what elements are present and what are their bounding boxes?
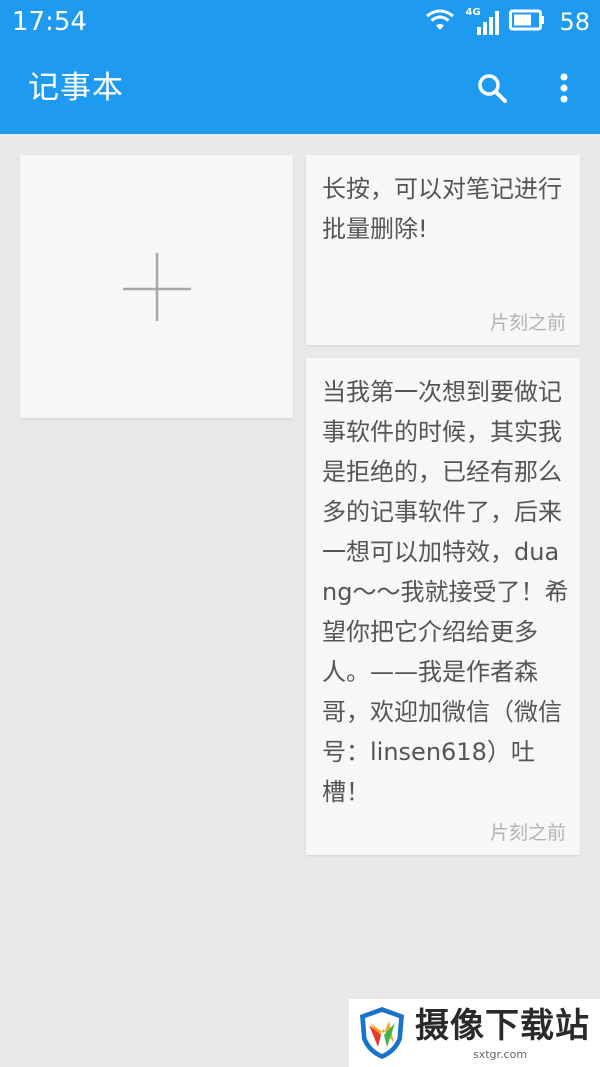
search-button[interactable] (468, 66, 516, 110)
add-note-card[interactable] (20, 155, 293, 418)
status-time: 17:54 (12, 7, 87, 37)
watermark-logo (360, 1007, 404, 1059)
battery-icon (509, 9, 545, 35)
watermark-text: 摄像下载站 sxtgr.com (415, 999, 600, 1067)
notepad-screen: 17:54 4G 58 记事本 长按，可以对笔记进行批量删除! 片刻之前 当我第… (0, 0, 600, 1067)
note-card[interactable]: 长按，可以对笔记进行批量删除! 片刻之前 (306, 155, 580, 345)
watermark-url: sxtgr.com (473, 1048, 528, 1061)
note-timestamp: 片刻之前 (489, 312, 566, 334)
more-options-button[interactable] (540, 66, 588, 110)
wifi-icon (425, 8, 455, 36)
status-bar: 17:54 4G 58 (0, 0, 600, 44)
plus-icon (122, 252, 191, 321)
note-card[interactable]: 当我第一次想到要做记事软件的时候，其实我是拒绝的，已经有那么多的记事软件了，后来… (306, 358, 580, 855)
watermark-title: 摄像下载站 (415, 1006, 590, 1046)
note-timestamp: 片刻之前 (489, 822, 566, 844)
watermark: 摄像下载站 sxtgr.com (349, 999, 600, 1067)
note-text: 当我第一次想到要做记事软件的时候，其实我是拒绝的，已经有那么多的记事软件了，后来… (322, 378, 569, 806)
status-icons: 4G 58 (425, 7, 590, 36)
app-bar: 17:54 4G 58 记事本 (0, 0, 600, 134)
search-icon (478, 74, 507, 103)
note-text: 长按，可以对笔记进行批量删除! (322, 175, 562, 243)
battery-level: 58 (559, 8, 590, 36)
app-title: 记事本 (28, 70, 124, 106)
more-vert-icon (560, 73, 568, 103)
signal-4g-icon: 4G (465, 7, 500, 35)
